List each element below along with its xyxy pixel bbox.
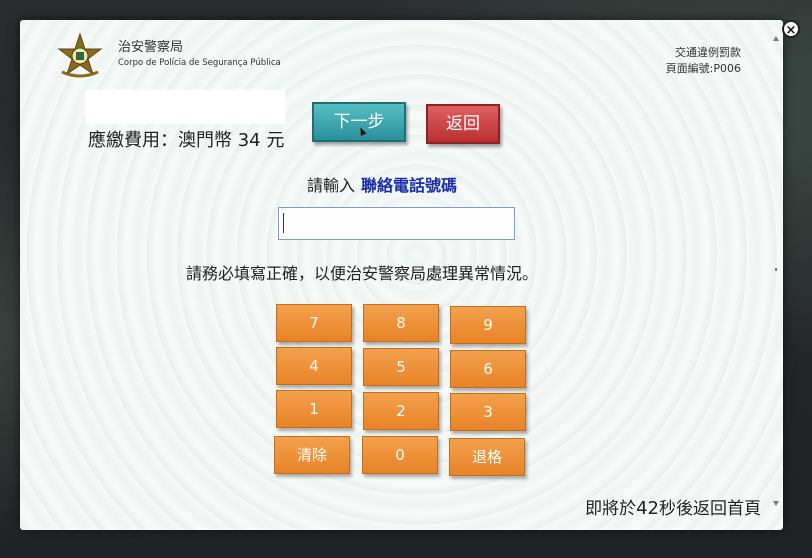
back-button[interactable]: 返回 [426, 104, 500, 144]
countdown-text: 即將於42秒後返回首頁 [585, 494, 761, 519]
police-emblem-icon [57, 32, 103, 78]
page-code-label: 頁面編號:P006 [665, 62, 741, 75]
key-9[interactable]: 9 [450, 306, 526, 344]
scroll-thumb[interactable] [775, 268, 777, 271]
phone-number-input[interactable] [278, 207, 515, 240]
notice-text: 請務必填寫正確，以便治安警察局處理異常情況。 [186, 264, 539, 283]
key-8[interactable]: 8 [363, 304, 439, 342]
kiosk-dialog: 治安警察局 Corpo de Polícia de Segurança Públ… [20, 20, 783, 530]
key-7[interactable]: 7 [276, 304, 352, 342]
countdown-seconds: 42 [636, 498, 659, 519]
close-icon[interactable]: × [782, 20, 800, 38]
key-4[interactable]: 4 [276, 347, 352, 385]
input-prompt: 請輸入 聯絡電話號碼 [307, 172, 457, 196]
key-backspace[interactable]: 退格 [449, 438, 525, 476]
next-button[interactable]: 下一步 [312, 102, 406, 142]
prompt-field-name: 聯絡電話號碼 [361, 176, 458, 195]
page-type-label: 交通違例罰款 [675, 46, 741, 59]
countdown-suffix: 秒後返回首頁 [659, 499, 761, 519]
prompt-prefix: 請輸入 [307, 176, 356, 195]
scroll-down-icon[interactable] [773, 501, 779, 506]
agency-name-pt: Corpo de Polícia de Segurança Pública [118, 58, 281, 68]
key-1[interactable]: 1 [276, 390, 352, 428]
countdown-prefix: 即將於 [585, 499, 637, 519]
agency-name-zh: 治安警察局 [118, 40, 184, 55]
vertical-scrollbar[interactable] [772, 36, 780, 506]
key-clear[interactable]: 清除 [274, 436, 350, 474]
key-5[interactable]: 5 [363, 348, 439, 386]
key-3[interactable]: 3 [450, 393, 526, 431]
key-0[interactable]: 0 [362, 436, 438, 474]
key-6[interactable]: 6 [450, 350, 526, 388]
scroll-up-icon[interactable] [773, 36, 779, 41]
text-caret [283, 213, 284, 233]
key-2[interactable]: 2 [363, 392, 439, 430]
fee-amount: 應繳費用：澳門幣 34 元 [88, 130, 285, 151]
redacted-block [85, 90, 285, 124]
